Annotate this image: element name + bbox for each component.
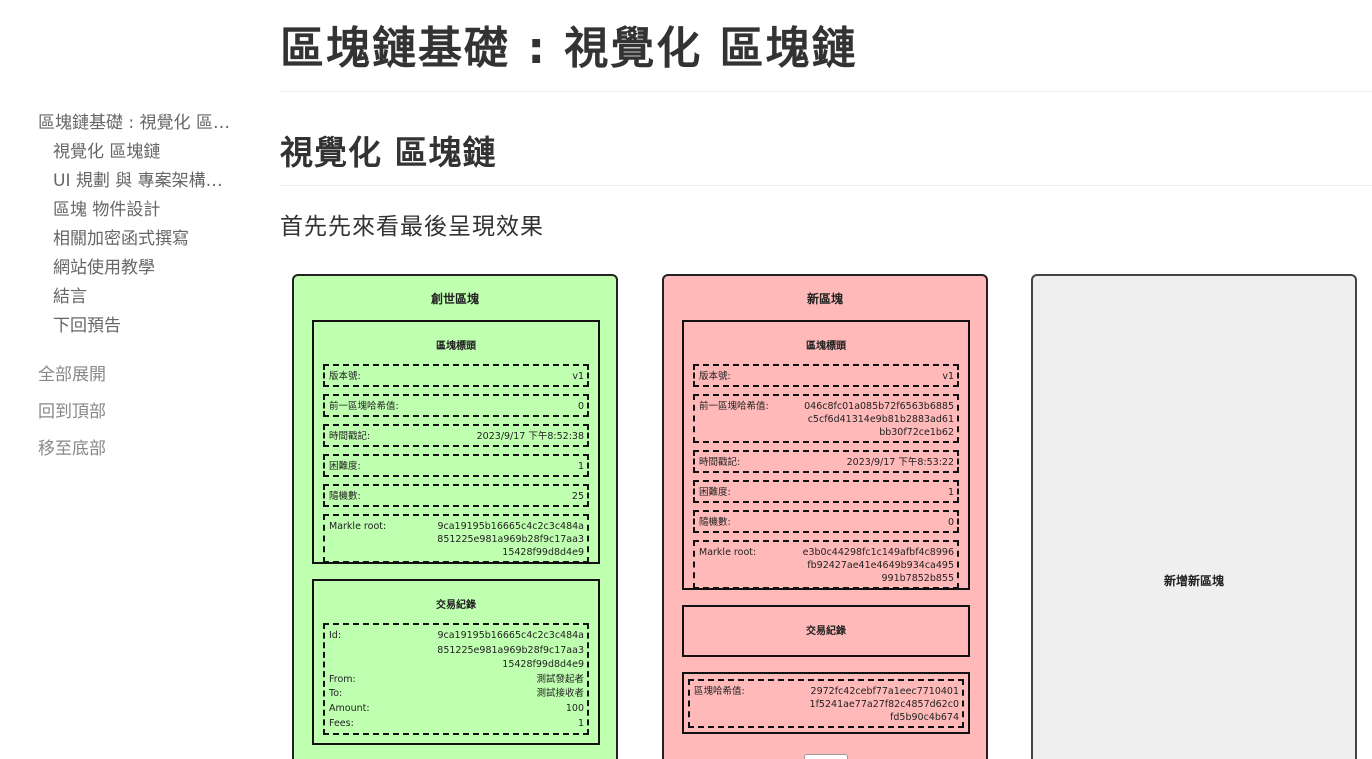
field-value: 1 [947, 487, 954, 498]
section-title: 視覺化 區塊鏈 [280, 130, 1372, 186]
block-header-panel: 區塊標頭 版本號: v1 前一區塊哈希值: 046c8fc01a085b72f656… [682, 320, 970, 590]
field-value: v1 [572, 371, 584, 382]
new-block-title: 新區塊 [806, 292, 843, 306]
toc-item-next-preview[interactable]: 下回預告 [38, 313, 238, 342]
table-of-contents: 區塊鏈基礎 : 視覺化 區塊鏈 視覺化 區塊鏈 UI 規劃 與 專案架構設計 區… [38, 110, 238, 471]
field-key: 隨機數: [699, 517, 731, 528]
field-value: 2023/9/17 下午8:52:38 [476, 431, 584, 442]
transactions-panel: 交易紀錄 [682, 605, 970, 657]
prev-hash-field: 前一區塊哈希值: 046c8fc01a085b72f6563b6885c5cf6d… [693, 394, 959, 443]
block-header-title: 區塊標頭 [806, 341, 846, 352]
toc-item-block-object-design[interactable]: 區塊 物件設計 [38, 197, 238, 226]
blockchain-visual: 創世區塊 區塊標頭 版本號: v1 前一區塊哈希值: 0 時間戳記: 2023/9/1… [292, 274, 1372, 759]
go-to-bottom-button[interactable]: 移至底部 [38, 434, 238, 471]
field-value: 測試發起者 [536, 673, 584, 685]
field-key: 困難度: [699, 487, 731, 498]
add-block-label[interactable]: 新增新區塊 [1033, 572, 1355, 589]
back-to-top-button[interactable]: 回到頂部 [38, 397, 238, 434]
merkle-root-field: Markle root: 9ca19195b16665c4c2c3c484a851… [323, 514, 589, 563]
toc-item-site-tutorial[interactable]: 網站使用教學 [38, 255, 238, 284]
field-key: To: [329, 688, 343, 700]
field-key: 前一區塊哈希值: [329, 401, 399, 412]
timestamp-field: 時間戳記: 2023/9/17 下午8:53:22 [693, 450, 959, 473]
block-header-panel: 區塊標頭 版本號: v1 前一區塊哈希值: 0 時間戳記: 2023/9/17 下午8… [312, 320, 600, 564]
field-value: 9ca19195b16665c4c2c3c484a851225e981a969b… [437, 630, 584, 671]
field-key: 時間戳記: [329, 431, 371, 442]
field-key: 區塊哈希值: [694, 686, 745, 697]
field-value: 0 [577, 401, 584, 412]
page-title: 區塊鏈基礎 : 視覺化 區塊鏈 [280, 0, 1372, 92]
field-value: 0 [947, 517, 954, 528]
merkle-root-field: Markle root: e3b0c44298fc1c149afbf4c8996f… [693, 540, 959, 589]
toc-item-ui-planning[interactable]: UI 規劃 與 專案架構設計 [38, 168, 238, 197]
field-value: 2972fc42cebf77a1eec77104011f5241ae77a27f… [809, 686, 959, 723]
nonce-field: 隨機數: 0 [693, 510, 959, 533]
field-value: 測試接收者 [536, 688, 584, 700]
field-key: 前一區塊哈希值: [699, 401, 769, 412]
transaction-record: Id: 9ca19195b16665c4c2c3c484a851225e981a9… [323, 623, 589, 736]
field-value: 9ca19195b16665c4c2c3c484a851225e981a969b… [437, 521, 584, 558]
field-key: 時間戳記: [699, 457, 741, 468]
nonce-field: 隨機數: 25 [323, 484, 589, 507]
toc-item-visual-blockchain[interactable]: 視覺化 區塊鏈 [38, 139, 238, 168]
field-key: From: [329, 673, 356, 685]
field-key: Markle root: [699, 547, 757, 558]
block-hash-panel: 區塊哈希值: 2972fc42cebf77a1eec77104011f5241ae… [682, 672, 970, 734]
tx-fees-row: Fees: 1 [329, 717, 584, 732]
field-value: e3b0c44298fc1c149afbf4c8996fb92427ae41e4… [802, 547, 954, 584]
field-key: 困難度: [329, 461, 361, 472]
difficulty-field: 困難度: 1 [323, 454, 589, 477]
timestamp-field: 時間戳記: 2023/9/17 下午8:52:38 [323, 424, 589, 447]
field-value: 25 [571, 491, 584, 502]
add-block-card[interactable]: 新增新區塊 [1031, 274, 1357, 759]
field-value: 100 [565, 702, 584, 714]
field-value: v1 [942, 371, 954, 382]
tx-from-row: From: 測試發起者 [329, 673, 584, 688]
field-value: 046c8fc01a085b72f6563b6885c5cf6d41314e9b… [804, 401, 954, 438]
field-key: Markle root: [329, 521, 387, 532]
version-field: 版本號: v1 [693, 364, 959, 387]
field-value: 1 [577, 461, 584, 472]
expand-all-button[interactable]: 全部展開 [38, 360, 238, 397]
intro-text: 首先先來看最後呈現效果 [280, 214, 544, 240]
field-key: 版本號: [329, 371, 361, 382]
toc-item-conclusion[interactable]: 結言 [38, 284, 238, 313]
new-block-card: 新區塊 區塊標頭 版本號: v1 前一區塊哈希值: 046c8fc01a085b72… [662, 274, 988, 759]
tx-to-row: To: 測試接收者 [329, 687, 584, 702]
genesis-block-title: 創世區塊 [430, 292, 479, 306]
transactions-title: 交易紀錄 [806, 626, 846, 637]
mine-button[interactable] [804, 754, 848, 759]
toc-actions: 全部展開 回到頂部 移至底部 [38, 360, 238, 471]
toc-item-blockchain-basics[interactable]: 區塊鏈基礎 : 視覺化 區塊鏈 [38, 110, 238, 139]
field-key: 版本號: [699, 371, 731, 382]
field-key: 隨機數: [329, 491, 361, 502]
field-key: Id: [329, 630, 342, 641]
version-field: 版本號: v1 [323, 364, 589, 387]
toc-item-crypto-functions[interactable]: 相關加密函式撰寫 [38, 226, 238, 255]
tx-id-row: Id: 9ca19195b16665c4c2c3c484a851225e981a9… [329, 629, 584, 673]
genesis-block-card: 創世區塊 區塊標頭 版本號: v1 前一區塊哈希值: 0 時間戳記: 2023/9/1… [292, 274, 618, 759]
transactions-title: 交易紀錄 [436, 600, 476, 611]
field-value: 2023/9/17 下午8:53:22 [846, 457, 954, 468]
tx-amount-row: Amount: 100 [329, 702, 584, 717]
block-header-title: 區塊標頭 [436, 341, 476, 352]
article: 區塊鏈基礎 : 視覺化 區塊鏈 視覺化 區塊鏈 首先先來看最後呈現效果 [280, 0, 1372, 242]
block-hash-field: 區塊哈希值: 2972fc42cebf77a1eec77104011f5241ae… [688, 679, 964, 728]
field-value: 1 [577, 717, 584, 729]
field-key: Fees: [329, 717, 354, 729]
field-key: Amount: [329, 702, 370, 714]
difficulty-field: 困難度: 1 [693, 480, 959, 503]
prev-hash-field: 前一區塊哈希值: 0 [323, 394, 589, 417]
transactions-panel: 交易紀錄 Id: 9ca19195b16665c4c2c3c484a851225e… [312, 579, 600, 745]
